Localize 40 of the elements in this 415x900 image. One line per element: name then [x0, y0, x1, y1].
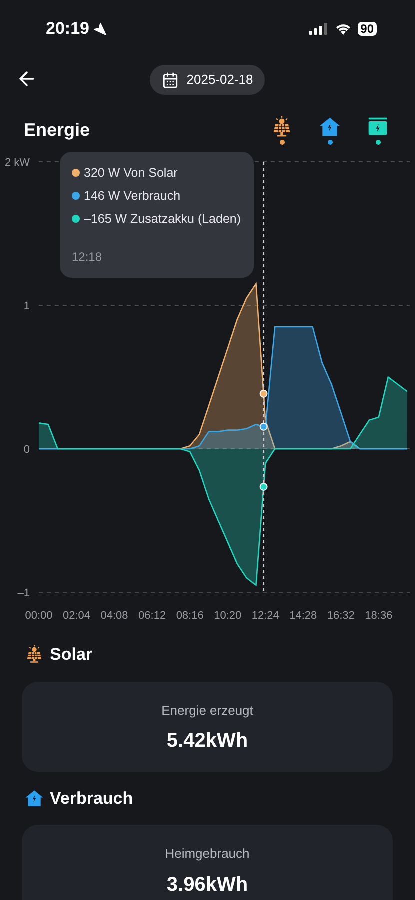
axis-label: 08:16: [176, 610, 204, 622]
stat-value: 3.96kWh: [166, 872, 248, 898]
battery-indicator: 90: [358, 22, 377, 36]
legend-toggle[interactable]: [271, 116, 293, 145]
tooltip-time: 12:18: [72, 249, 104, 266]
axis-label: 00:00: [25, 610, 53, 622]
section-heading: Solar: [50, 644, 93, 666]
axis-label: 04:08: [100, 610, 128, 622]
axis-label: 16:32: [327, 610, 355, 622]
axis-label: 18:36: [365, 610, 393, 622]
solar-panel-icon: [271, 116, 293, 138]
calendar-icon: [162, 72, 179, 88]
legend-toggle[interactable]: [319, 116, 341, 145]
axis-label: 14:28: [290, 610, 318, 622]
location-icon: [93, 22, 108, 36]
stat-value: 5.42kWh: [166, 729, 248, 754]
tooltip-text: 146 W Verbrauch: [84, 188, 181, 205]
stat-label: Energie erzeugt: [162, 702, 254, 720]
axis-label: 2 kW: [4, 157, 30, 169]
axis-label: 06:12: [138, 610, 166, 622]
axis-label: 12:24: [252, 610, 280, 622]
signal-icon: [308, 23, 329, 35]
tooltip-text: –165 W Zusatzakku (Laden): [84, 210, 242, 228]
stat-label: Heimgebrauch: [165, 845, 250, 863]
axis-label: 0: [24, 444, 30, 456]
axis-label: 1: [24, 300, 30, 312]
section-title: Energie: [24, 119, 90, 142]
legend-toggle[interactable]: [367, 116, 389, 145]
axis-label: 02:04: [63, 610, 91, 622]
section-heading: Verbrauch: [50, 788, 134, 810]
axis-label: 10:20: [214, 610, 242, 622]
axis-label: –1: [18, 588, 30, 600]
tooltip-text: 320 W Von Solar: [84, 165, 178, 182]
date-picker[interactable]: 2025-02-18: [150, 65, 266, 95]
house-icon: [319, 116, 341, 138]
wifi-icon: [334, 23, 352, 35]
battery-icon: [367, 116, 389, 138]
solar-panel-icon: [25, 645, 44, 664]
house-icon: [25, 788, 44, 808]
status-time: 20:19: [46, 18, 90, 40]
